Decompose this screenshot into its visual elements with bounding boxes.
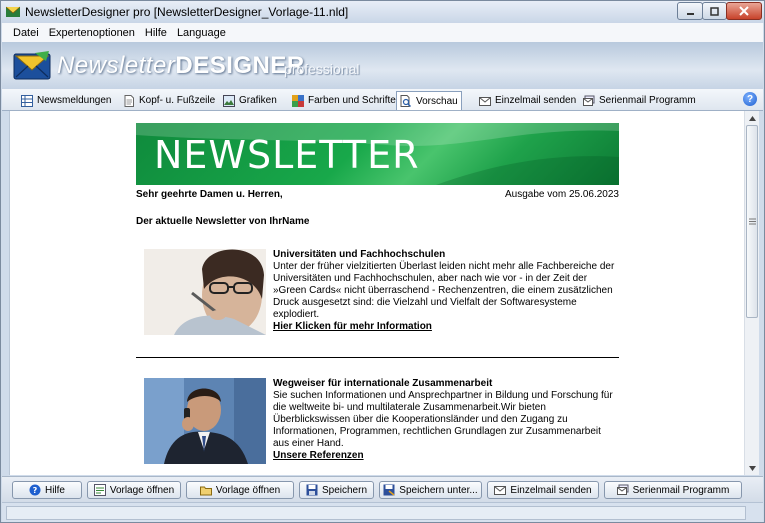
tab-label: Farben und Schriften (308, 95, 402, 106)
tab-kopf-fusszeile[interactable]: Kopf- u. Fußzeile (120, 91, 218, 110)
tab-label: Einzelmail senden (495, 95, 577, 106)
grip-icon (749, 218, 756, 225)
button-label: Einzelmail senden (510, 484, 592, 496)
svg-text:?: ? (33, 486, 38, 495)
article-link[interactable]: Unsere Referenzen (273, 450, 618, 462)
mail-icon (494, 486, 507, 495)
newsletter-greeting: Sehr geehrte Damen u. Herren, (136, 189, 283, 200)
app-banner: NewsletterDESIGNER professional (2, 42, 763, 89)
envelope-logo-icon (13, 51, 51, 80)
help-icon[interactable]: ? (743, 92, 757, 106)
palette-icon (292, 94, 304, 107)
button-label: Speichern unter... (399, 484, 478, 496)
close-button[interactable] (726, 2, 762, 20)
tab-farben-schriften[interactable]: Farben und Schriften (289, 91, 404, 110)
mail-icon (479, 96, 491, 106)
save-icon (306, 484, 318, 496)
tab-label: Grafiken (239, 95, 277, 106)
save-button[interactable]: Speichern (299, 481, 374, 499)
open-folder-icon (199, 486, 212, 496)
help-icon: ? (29, 484, 41, 496)
preview-pane[interactable]: NEWSLETTER Sehr geehrte Damen u. Herren,… (9, 111, 744, 475)
article-divider (136, 357, 619, 358)
menu-language[interactable]: Language (172, 27, 231, 39)
scroll-thumb[interactable] (746, 125, 758, 318)
menu-datei[interactable]: Datei (2, 27, 44, 39)
tab-label: Serienmail Programm (599, 95, 696, 106)
scroll-down-button[interactable] (745, 461, 759, 475)
tab-grafiken[interactable]: Grafiken (220, 91, 280, 110)
button-label: Hilfe (44, 484, 65, 496)
status-bar (2, 502, 763, 522)
newsletter-header-banner: NEWSLETTER (136, 123, 619, 185)
scroll-up-button[interactable] (745, 111, 759, 125)
maximize-icon (710, 6, 719, 16)
businessman-on-phone-photo (144, 378, 266, 464)
open-template-folder-button[interactable]: Vorlage öffnen (186, 481, 294, 499)
button-label: Serienmail Programm (632, 484, 730, 496)
tab-bar: Newsmeldungen Kopf- u. Fußzeile Grafiken… (2, 89, 763, 111)
article-heading: Universitäten und Fachhochschulen (273, 249, 446, 260)
bottom-toolbar: ? Hilfe Vorlage öffnen Vorlage öffnen Sp… (2, 476, 763, 502)
vertical-scrollbar[interactable] (744, 111, 759, 475)
menu-hilfe[interactable]: Hilfe (140, 27, 172, 39)
help-button[interactable]: ? Hilfe (12, 481, 82, 499)
woman-with-pen-photo (144, 249, 266, 335)
menu-expertenoptionen[interactable]: Expertenoptionen (44, 27, 140, 39)
tab-label: Vorschau (416, 95, 458, 107)
article-body: Sie suchen Informationen und Ansprechpar… (273, 390, 613, 449)
arrow-up-icon (748, 115, 756, 121)
tab-newsmeldungen[interactable]: Newsmeldungen (18, 91, 115, 110)
tab-vorschau[interactable]: Vorschau (396, 91, 462, 110)
article-heading: Wegweiser für internationale Zusammenarb… (273, 378, 493, 389)
save-as-button[interactable]: Speichern unter... (379, 481, 482, 499)
brand-edition: professional (284, 61, 360, 77)
minimize-icon (686, 12, 694, 15)
mail-stack-icon (583, 95, 595, 106)
serial-mail-button[interactable]: Serienmail Programm (604, 481, 742, 499)
article-text: Universitäten und Fachhochschulen Unter … (273, 249, 618, 333)
menu-bar: Datei Expertenoptionen Hilfe Language (2, 23, 763, 42)
newsletter-intro: Der aktuelle Newsletter von IhrName (136, 216, 310, 227)
tab-label: Kopf- u. Fußzeile (139, 95, 216, 106)
article-body: Unter der früher vielzitierten Überlast … (273, 261, 615, 320)
article-text: Wegweiser für internationale Zusammenarb… (273, 378, 618, 462)
document-icon (124, 94, 134, 107)
app-window: NewsletterDesigner pro [NewsletterDesign… (0, 0, 765, 523)
close-icon (739, 6, 749, 16)
status-field (6, 506, 746, 520)
title-bar: NewsletterDesigner pro [NewsletterDesign… (1, 1, 764, 23)
table-icon (21, 94, 33, 107)
magnifier-icon (400, 95, 411, 107)
send-single-mail-button[interactable]: Einzelmail senden (487, 481, 599, 499)
article-link[interactable]: Hier Klicken für mehr Information (273, 321, 618, 333)
maximize-button[interactable] (702, 2, 727, 20)
tab-label: Newsmeldungen (37, 95, 112, 106)
tab-einzelmail-senden[interactable]: Einzelmail senden (476, 91, 579, 110)
brand-light: Newsletter (57, 52, 176, 79)
open-template-button[interactable]: Vorlage öffnen (87, 481, 181, 499)
button-label: Vorlage öffnen (109, 484, 175, 496)
mail-stack-icon (616, 484, 629, 495)
minimize-button[interactable] (677, 2, 703, 20)
newsletter-issue-date: Ausgabe vom 25.06.2023 (505, 189, 619, 200)
save-as-icon (383, 484, 395, 496)
brand-name: NewsletterDESIGNER (57, 52, 305, 80)
tab-serienmail-programm[interactable]: Serienmail Programm (580, 91, 699, 110)
open-template-icon (93, 484, 106, 496)
button-label: Speichern (321, 484, 368, 496)
newsletter-title: NEWSLETTER (154, 133, 420, 177)
app-icon (6, 6, 20, 17)
image-icon (223, 94, 235, 107)
button-label: Vorlage öffnen (215, 484, 281, 496)
window-title: NewsletterDesigner pro [NewsletterDesign… (25, 5, 349, 19)
arrow-down-icon (748, 465, 756, 471)
